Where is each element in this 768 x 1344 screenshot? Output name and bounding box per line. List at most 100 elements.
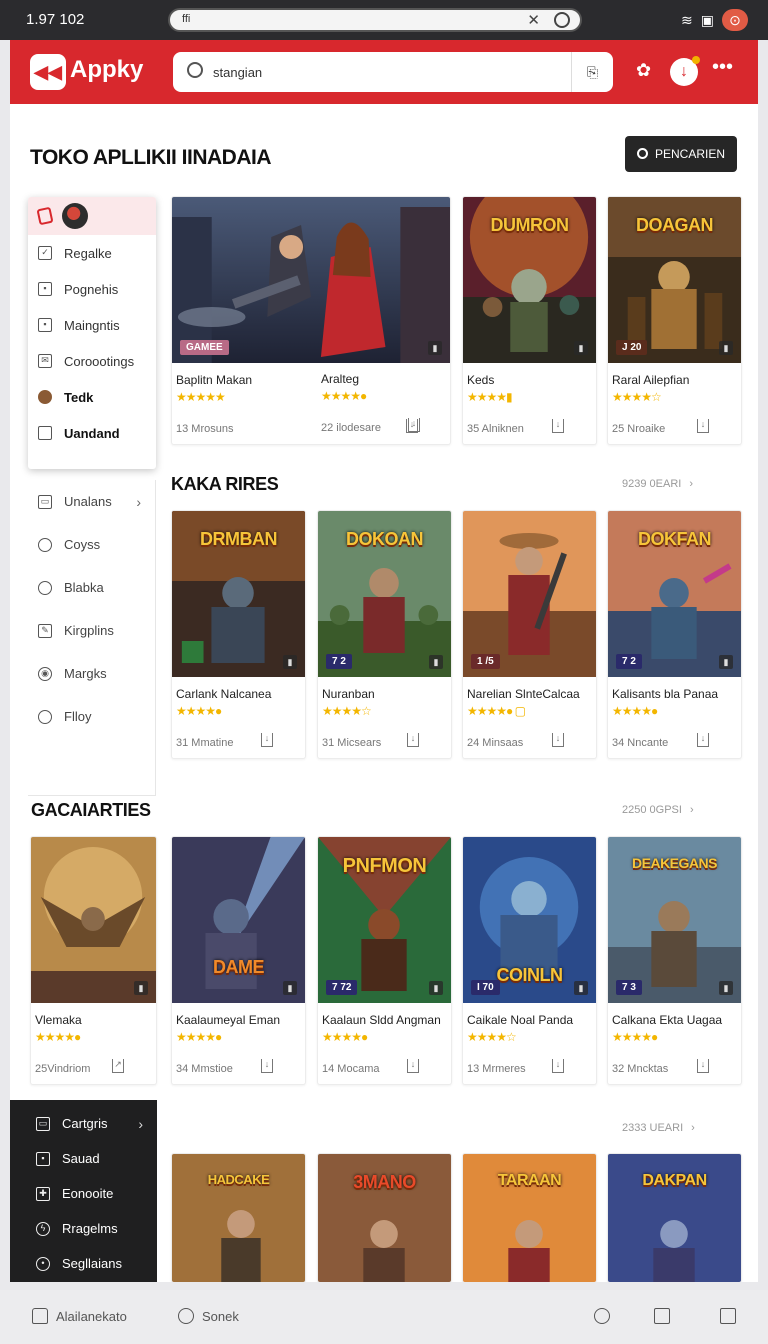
avatar[interactable]: [62, 203, 88, 229]
download-icon[interactable]: ↓: [697, 1059, 709, 1073]
bookmark-icon[interactable]: ▮: [134, 981, 148, 995]
sidebar-item-label: Kirgplins: [64, 623, 114, 638]
artwork-title: DUMRON: [490, 215, 570, 235]
settings-icon[interactable]: ✿: [636, 60, 651, 81]
app-artwork: 3MANO: [318, 1154, 451, 1282]
sidebar-popup-header[interactable]: [28, 197, 156, 235]
search-box[interactable]: ⎘: [173, 52, 613, 92]
sidebar-item[interactable]: Flloy: [28, 695, 155, 738]
app-card-info[interactable]: Aralteg ★★★★● 22 ilodesare ↓: [317, 196, 452, 445]
app-artwork: 1 /5: [463, 511, 596, 677]
bookmark-icon[interactable]: ▮: [574, 341, 588, 355]
search-input[interactable]: [213, 62, 553, 82]
artwork-title: TARAAN: [497, 1172, 562, 1189]
sidebar-item-label: Maingntis: [64, 317, 120, 333]
app-card[interactable]: DOKOAN 7 2 ▮ Nuranban ★★★★☆ 31 Micsears …: [317, 510, 452, 759]
record-icon[interactable]: ⊙: [722, 9, 748, 31]
bottom-home[interactable]: Alailanekato: [32, 1308, 127, 1324]
sidebar-item[interactable]: ▪ Pognehis: [28, 271, 156, 307]
download-icon[interactable]: ↓: [670, 56, 700, 86]
bookmark-icon[interactable]: ▮: [719, 655, 733, 669]
app-card[interactable]: 3MANO: [317, 1153, 452, 1282]
sidebar-item-label: Uandand: [64, 425, 120, 441]
bookmark-icon[interactable]: ▮: [719, 981, 733, 995]
sidebar-item[interactable]: ✎ Kirgplins: [28, 609, 155, 652]
app-card[interactable]: DEAKEGANS 7 3 ▮ Calkana Ekta Uagaa ★★★★●…: [607, 836, 742, 1085]
sidebar-item[interactable]: ▭ Cartgris ›: [10, 1106, 157, 1141]
share-icon[interactable]: ↗: [112, 1059, 124, 1073]
download-icon[interactable]: ↓: [697, 419, 709, 433]
bookmark-icon[interactable]: ▮: [429, 655, 443, 669]
download-icon[interactable]: ↓: [407, 733, 419, 747]
bookmark-icon[interactable]: ▮: [719, 341, 733, 355]
app-card[interactable]: DAME ▮ Kaalaumeyal Eman ★★★★● 34 Mmstioe…: [171, 836, 306, 1085]
clipboard-icon[interactable]: ⎘: [571, 52, 613, 92]
app-card[interactable]: DRMBAN ▮ Carlank Nalcanea ★★★★● 31 Mmati…: [171, 510, 306, 759]
sidebar-item[interactable]: Tedk: [28, 379, 156, 415]
sidebar-item[interactable]: ✚ Eonooite: [10, 1176, 157, 1211]
more-icon[interactable]: •••: [712, 56, 733, 79]
bottom-download[interactable]: [654, 1308, 670, 1324]
address-bar[interactable]: ffi ✕: [168, 8, 582, 32]
download-icon[interactable]: ↓: [261, 733, 273, 747]
bookmark-icon[interactable]: ▮: [574, 981, 588, 995]
app-card[interactable]: ▮ Vlemaka ★★★★● 25Vindriom ↗: [30, 836, 157, 1085]
sidebar-item[interactable]: • Segllaians: [10, 1246, 157, 1281]
sidebar-item[interactable]: ◉ Margks: [28, 652, 155, 695]
app-meta: 34 Mmstioe: [176, 1063, 233, 1075]
sidebar-item[interactable]: ϟ Rragelms: [10, 1211, 157, 1246]
circle-icon: [178, 1308, 194, 1324]
lock-icon: ▣: [700, 11, 714, 28]
bottom-timer[interactable]: [594, 1308, 610, 1324]
bottom-edit[interactable]: [720, 1308, 736, 1324]
app-card[interactable]: DOAGAN J 20 ▮ Raral Ailepfian ★★★★☆ 25 N…: [607, 196, 742, 445]
app-card[interactable]: 1 /5 Narelian SlnteCalcaa ★★★★● ▢ 24 Min…: [462, 510, 597, 759]
sidebar-item[interactable]: Blabka: [28, 566, 155, 609]
artwork-title: DAME: [213, 957, 265, 977]
app-name: Nuranban: [322, 687, 375, 701]
download-icon[interactable]: ↓: [407, 1059, 419, 1073]
app-artwork: DOKFAN 7 2 ▮: [608, 511, 741, 677]
download-icon[interactable]: ↓: [552, 419, 564, 433]
app-name: Carlank Nalcanea: [176, 687, 272, 701]
sidebar-item[interactable]: ✓ Regalke: [28, 235, 156, 271]
bottom-search-label: Sonek: [202, 1308, 239, 1324]
reload-icon[interactable]: [554, 12, 570, 28]
download-icon[interactable]: ↓: [261, 1059, 273, 1073]
app-card[interactable]: DUMRON ▮ Keds ★★★★▮ 35 Alniknen ↓: [462, 196, 597, 445]
app-card[interactable]: TARAAN: [462, 1153, 597, 1282]
sidebar-item[interactable]: ▪ Sauad: [10, 1141, 157, 1176]
app-card[interactable]: DOKFAN 7 2 ▮ Kalisants bla Panaa ★★★★● 3…: [607, 510, 742, 759]
sidebar-item[interactable]: ✉ Coroootings: [28, 343, 156, 379]
bookmark-icon[interactable]: ▮: [429, 981, 443, 995]
section-see-all[interactable]: 9239 0EARI ›: [622, 478, 693, 490]
download-icon[interactable]: ↓: [408, 418, 420, 432]
search-button[interactable]: PENCARIEN: [625, 136, 737, 172]
bookmark-icon[interactable]: ▮: [283, 655, 297, 669]
app-card[interactable]: COINLN I 70 ▮ Caikale Noal Panda ★★★★☆ 1…: [462, 836, 597, 1085]
app-card[interactable]: PNFMON 7 72 ▮ Kaalaun Sldd Angman ★★★★● …: [317, 836, 452, 1085]
sidebar-item[interactable]: ▪ Maingntis: [28, 307, 156, 343]
sidebar-item-label: Coyss: [64, 537, 101, 552]
app-artwork: DAME ▮: [172, 837, 305, 1003]
bottom-search[interactable]: Sonek: [178, 1308, 239, 1324]
logo-icon[interactable]: ◀◀: [30, 54, 66, 90]
sidebar-item[interactable]: Coyss: [28, 523, 155, 566]
camera-icon: ◉: [38, 666, 52, 681]
status-bar: 1.97 102 ffi ✕ ≋ ▣ ⊙: [0, 0, 768, 40]
sidebar-item[interactable]: Uandand: [28, 415, 156, 451]
app-name: Calkana Ekta Uagaa: [612, 1013, 723, 1027]
close-icon[interactable]: ✕: [527, 11, 540, 29]
download-icon[interactable]: ↓: [552, 1059, 564, 1073]
tag-icon: [38, 426, 52, 440]
bookmark-icon[interactable]: ▮: [283, 981, 297, 995]
download-icon[interactable]: ↓: [697, 733, 709, 747]
section-see-all[interactable]: 2333 UEARI ›: [622, 1122, 695, 1134]
sidebar-item[interactable]: ▭ Unalans ›: [28, 480, 155, 523]
rating-stars: ★★★★●: [35, 1030, 81, 1044]
download-icon[interactable]: ↓: [552, 733, 564, 747]
rating-stars: ★★★★●: [176, 704, 222, 718]
app-card[interactable]: DAKPAN: [607, 1153, 742, 1282]
app-card[interactable]: HADCAKE: [171, 1153, 306, 1282]
section-see-all[interactable]: 2250 0GPSI ›: [622, 804, 694, 816]
